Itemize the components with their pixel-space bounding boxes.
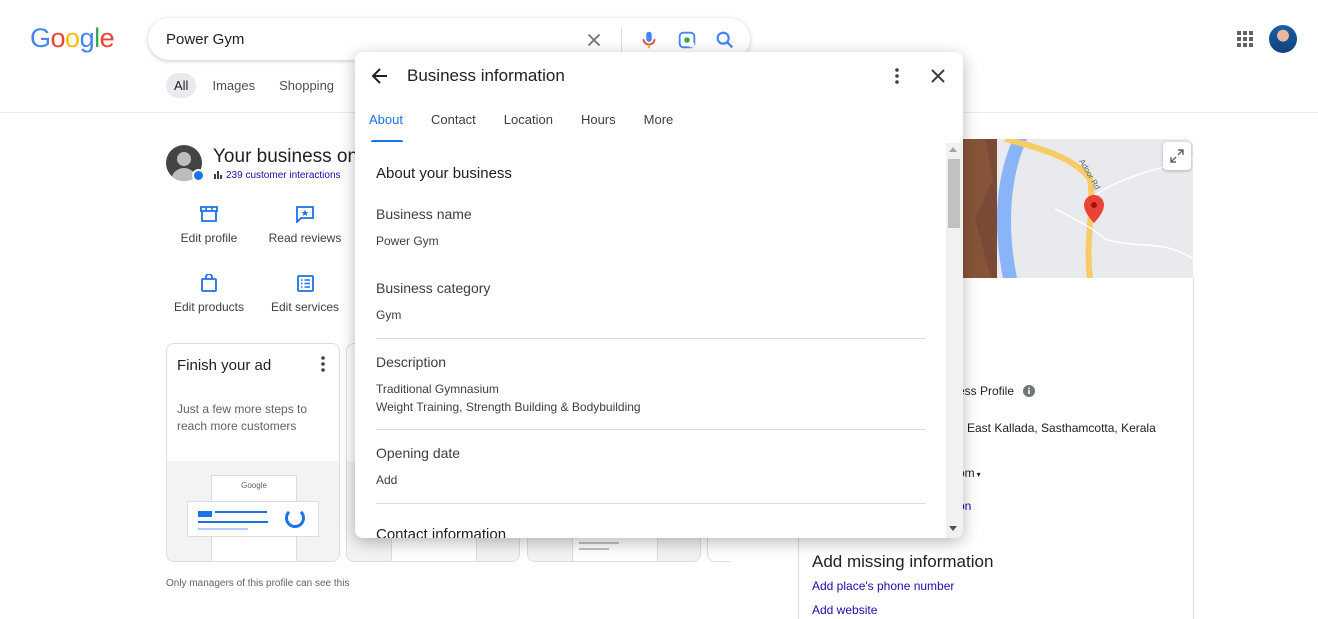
filter-images[interactable]: Images <box>204 73 263 98</box>
dropdown-arrow-icon: ▾ <box>976 470 981 479</box>
tab-contact[interactable]: Contact <box>417 104 490 142</box>
card-description: Just a few more steps to reach more cust… <box>177 402 308 433</box>
finish-ad-card[interactable]: Finish your ad Just a few more steps to … <box>166 343 340 562</box>
add-phone-link[interactable]: Add place's phone number <box>812 579 954 593</box>
tab-location[interactable]: Location <box>490 104 567 142</box>
divider <box>376 503 926 504</box>
business-profile-label: ess Profile <box>958 384 1036 398</box>
business-category-label: Business category <box>376 280 491 296</box>
filter-all[interactable]: All <box>166 73 197 98</box>
tab-about[interactable]: About <box>355 104 417 142</box>
dialog-content: About your business Business name Power … <box>355 143 963 538</box>
divider <box>376 429 926 430</box>
scrollbar-thumb[interactable] <box>948 159 960 228</box>
search-filters: All Images Shopping V <box>166 73 375 98</box>
contact-section-heading: Contact information <box>376 526 507 538</box>
add-missing-info-heading: Add missing information <box>812 552 994 571</box>
business-category-value[interactable]: Gym <box>376 306 401 324</box>
scroll-down-arrow-icon[interactable] <box>949 526 957 531</box>
description-value-line2[interactable]: Weight Training, Strength Building & Bod… <box>376 398 641 416</box>
description-value-line1[interactable]: Traditional Gymnasium <box>376 380 499 398</box>
services-list-icon <box>294 272 316 294</box>
more-options-icon[interactable] <box>886 65 908 87</box>
customer-interactions-link[interactable]: 239 customer interactions <box>214 170 341 181</box>
clear-icon[interactable] <box>583 29 605 51</box>
about-section-heading: About your business <box>376 165 512 182</box>
description-label: Description <box>376 354 447 370</box>
location-map[interactable]: Adoor Rd <box>955 139 1193 278</box>
info-icon <box>1023 385 1036 397</box>
close-icon[interactable] <box>927 65 949 87</box>
add-website-link[interactable]: Add website <box>812 603 877 617</box>
read-reviews-button[interactable]: Read reviews <box>260 203 350 245</box>
business-address: East Kallada, Sasthamcotta, Kerala <box>967 421 1156 435</box>
dialog-title: Business information <box>407 66 565 85</box>
business-information-dialog: Business information About Contact Locat… <box>355 52 963 538</box>
expand-map-icon[interactable] <box>1163 142 1191 170</box>
scroll-up-arrow-icon[interactable] <box>949 147 957 152</box>
card-title: Finish your ad <box>177 357 272 374</box>
edit-profile-button[interactable]: Edit profile <box>164 203 254 245</box>
verified-badge-icon <box>192 169 205 182</box>
tab-hours[interactable]: Hours <box>567 104 630 142</box>
opening-date-label: Opening date <box>376 445 461 461</box>
search-icon[interactable] <box>714 29 736 51</box>
divider <box>376 338 926 339</box>
storefront-icon <box>198 203 220 225</box>
tab-more[interactable]: More <box>630 104 688 142</box>
search-input[interactable]: Power Gym <box>166 31 244 48</box>
search-box-icons <box>583 27 736 53</box>
illustration-google-text: Google <box>241 481 267 490</box>
ad-preview-illustration: Google <box>167 461 339 561</box>
business-panel-title: Your business on G <box>213 146 379 167</box>
opening-date-add-link[interactable]: Add <box>376 471 397 489</box>
business-name-label: Business name <box>376 206 472 222</box>
account-avatar[interactable] <box>1269 25 1297 53</box>
google-logo[interactable]: Google <box>30 23 115 54</box>
card-more-icon[interactable] <box>321 356 325 377</box>
back-arrow-icon[interactable] <box>369 65 391 87</box>
reviews-icon <box>294 203 316 225</box>
filter-shopping[interactable]: Shopping <box>271 73 342 98</box>
edit-services-button[interactable]: Edit services <box>260 272 350 314</box>
lens-icon[interactable] <box>676 29 698 51</box>
microphone-icon[interactable] <box>638 29 660 51</box>
managers-note: Only managers of this profile can see th… <box>166 578 350 589</box>
search-separator <box>621 27 622 53</box>
dialog-tabs: About Contact Location Hours More <box>355 104 687 142</box>
google-apps-icon[interactable] <box>1236 30 1254 53</box>
shopping-bag-icon <box>198 272 220 294</box>
google-search-page: Google Power Gym All Images Shopping You… <box>0 0 1318 619</box>
business-name-value[interactable]: Power Gym <box>376 232 439 250</box>
edit-products-button[interactable]: Edit products <box>164 272 254 314</box>
